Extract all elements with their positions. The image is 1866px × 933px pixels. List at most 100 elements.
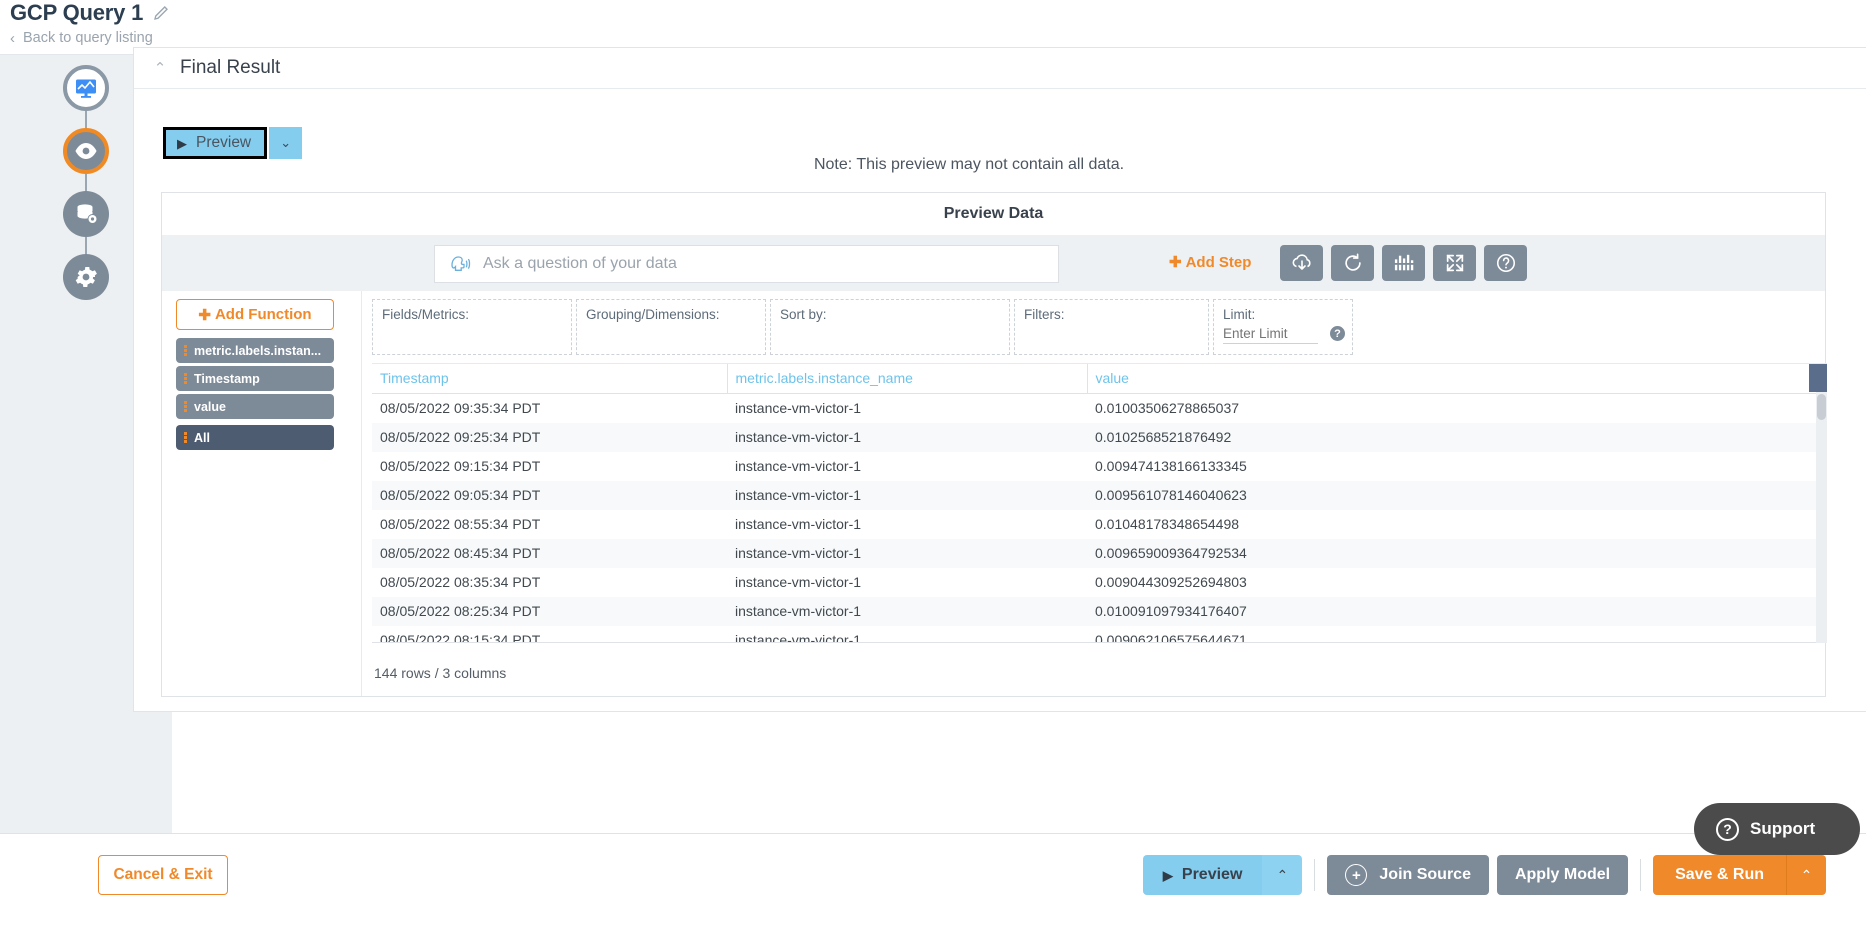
column-resize-block[interactable] xyxy=(1809,364,1827,392)
ask-question-input-wrapper[interactable]: Ask a question of your data xyxy=(434,245,1059,283)
add-step-button[interactable]: ✚ Add Step xyxy=(1169,253,1251,271)
preview-data-toolbar: Ask a question of your data ✚ Add Step xyxy=(162,235,1825,291)
refresh-icon[interactable] xyxy=(1331,245,1374,281)
table-cell: instance-vm-victor-1 xyxy=(727,510,1087,539)
sort-by-dropzone[interactable]: Sort by: xyxy=(770,299,1010,355)
eye-icon xyxy=(74,142,98,160)
bottom-button-cluster: ▶ Preview ⌃ + Join Source Apply Model Sa… xyxy=(1143,855,1826,895)
query-builder: Fields/Metrics: Grouping/Dimensions: Sor… xyxy=(362,291,1825,696)
table-header-row: Timestamp metric.labels.instance_name va… xyxy=(372,364,1816,394)
bottom-action-bar: Cancel & Exit ▶ Preview ⌃ + Join Source … xyxy=(0,833,1866,933)
table-row[interactable]: 08/05/2022 09:25:34 PDTinstance-vm-victo… xyxy=(372,423,1816,452)
support-label: Support xyxy=(1750,819,1815,839)
table-row[interactable]: 08/05/2022 09:05:34 PDTinstance-vm-victo… xyxy=(372,481,1816,510)
table-cell: 08/05/2022 08:35:34 PDT xyxy=(372,568,727,597)
drag-handle-icon[interactable] xyxy=(184,401,187,412)
function-chip-timestamp[interactable]: Timestamp xyxy=(176,366,334,391)
table-row[interactable]: 08/05/2022 08:55:34 PDTinstance-vm-victo… xyxy=(372,510,1816,539)
preview-button[interactable]: ▶ Preview xyxy=(163,127,267,159)
rail-item-preview[interactable] xyxy=(63,128,109,174)
table-cell: 0.009659009364792534 xyxy=(1087,539,1816,568)
preview-data-card: Preview Data Ask a question of your data… xyxy=(161,192,1826,697)
add-function-label: Add Function xyxy=(215,306,312,323)
function-chip-label: metric.labels.instan... xyxy=(194,344,321,358)
table-vertical-scrollbar[interactable] xyxy=(1816,392,1827,643)
function-chip-all[interactable]: All xyxy=(176,425,334,450)
drag-handle-icon[interactable] xyxy=(184,345,187,356)
apply-model-button[interactable]: Apply Model xyxy=(1497,855,1628,895)
preview-data-title: Preview Data xyxy=(162,193,1825,235)
scrollbar-thumb[interactable] xyxy=(1817,394,1826,420)
rail-connector xyxy=(85,111,87,129)
rail-connector xyxy=(85,237,87,255)
rail-item-database[interactable] xyxy=(63,191,109,237)
chevron-left-icon: ‹ xyxy=(10,31,15,46)
pencil-icon[interactable] xyxy=(152,4,170,22)
column-header-value[interactable]: value xyxy=(1087,364,1816,394)
help-icon[interactable] xyxy=(1484,245,1527,281)
back-to-query-listing-link[interactable]: ‹ Back to query listing xyxy=(10,30,153,46)
rail-item-source[interactable] xyxy=(63,65,109,111)
table-cell: 08/05/2022 08:15:34 PDT xyxy=(372,626,727,643)
grouping-dimensions-dropzone[interactable]: Grouping/Dimensions: xyxy=(576,299,766,355)
support-button[interactable]: ? Support xyxy=(1694,803,1860,855)
table-cell: instance-vm-victor-1 xyxy=(727,423,1087,452)
save-and-run-button[interactable]: Save & Run xyxy=(1653,855,1786,895)
table-row[interactable]: 08/05/2022 08:15:34 PDTinstance-vm-victo… xyxy=(372,626,1816,643)
table-body: 08/05/2022 09:35:34 PDTinstance-vm-victo… xyxy=(372,394,1816,644)
table-cell: 0.009062106575644671 xyxy=(1087,626,1816,643)
add-step-label: Add Step xyxy=(1186,254,1252,271)
drag-handle-icon[interactable] xyxy=(184,432,187,443)
table-cell: 0.009044309252694803 xyxy=(1087,568,1816,597)
table-row[interactable]: 08/05/2022 08:45:34 PDTinstance-vm-victo… xyxy=(372,539,1816,568)
back-link-label: Back to query listing xyxy=(23,30,153,46)
database-gear-icon xyxy=(74,202,99,226)
limit-input[interactable] xyxy=(1223,326,1318,344)
gear-icon xyxy=(74,265,98,289)
table-cell: 0.01003506278865037 xyxy=(1087,394,1816,424)
plus-circle-icon: + xyxy=(1345,864,1367,886)
rail-item-settings[interactable] xyxy=(63,254,109,300)
question-icon[interactable]: ? xyxy=(1330,326,1345,341)
column-header-instance-name[interactable]: metric.labels.instance_name xyxy=(727,364,1087,394)
limit-label: Limit: xyxy=(1223,307,1255,322)
table-cell: 08/05/2022 08:55:34 PDT xyxy=(372,510,727,539)
preview-split-button-bottom: ▶ Preview ⌃ xyxy=(1143,855,1302,895)
preview-dropdown-toggle[interactable]: ⌄ xyxy=(269,127,302,159)
filters-label: Filters: xyxy=(1024,307,1065,322)
expand-icon[interactable] xyxy=(1433,245,1476,281)
preview-note: Note: This preview may not contain all d… xyxy=(134,156,1804,174)
preview-button-bottom[interactable]: ▶ Preview xyxy=(1143,855,1262,895)
fields-metrics-dropzone[interactable]: Fields/Metrics: xyxy=(372,299,572,355)
drag-handle-icon[interactable] xyxy=(184,373,187,384)
plus-icon: ✚ xyxy=(198,306,211,324)
table-cell: instance-vm-victor-1 xyxy=(727,481,1087,510)
sort-by-label: Sort by: xyxy=(780,307,827,322)
function-panel: ✚ Add Function metric.labels.instan... T… xyxy=(162,291,362,696)
table-row[interactable]: 08/05/2022 09:15:34 PDTinstance-vm-victo… xyxy=(372,452,1816,481)
filters-dropzone[interactable]: Filters: xyxy=(1014,299,1209,355)
chevron-up-icon[interactable]: ⌃ xyxy=(150,59,170,77)
grouping-dimensions-label: Grouping/Dimensions: xyxy=(586,307,720,322)
table-row-count: 144 rows / 3 columns xyxy=(374,665,506,681)
preview-table-wrapper: Timestamp metric.labels.instance_name va… xyxy=(372,363,1827,643)
add-function-button[interactable]: ✚ Add Function xyxy=(176,299,334,330)
table-row[interactable]: 08/05/2022 08:35:34 PDTinstance-vm-victo… xyxy=(372,568,1816,597)
table-cell: instance-vm-victor-1 xyxy=(727,452,1087,481)
bar-chart-icon[interactable] xyxy=(1382,245,1425,281)
play-icon: ▶ xyxy=(177,137,187,150)
save-and-run-dropdown-toggle[interactable]: ⌃ xyxy=(1786,855,1826,895)
play-icon: ▶ xyxy=(1163,869,1173,882)
preview-dropdown-toggle-bottom[interactable]: ⌃ xyxy=(1262,855,1302,895)
function-chip-value[interactable]: value xyxy=(176,394,334,419)
table-cell: 08/05/2022 09:05:34 PDT xyxy=(372,481,727,510)
column-header-timestamp[interactable]: Timestamp xyxy=(372,364,727,394)
monitor-chart-icon xyxy=(74,76,98,100)
table-row[interactable]: 08/05/2022 09:35:34 PDTinstance-vm-victo… xyxy=(372,394,1816,424)
join-source-button[interactable]: + Join Source xyxy=(1327,855,1489,895)
cloud-download-icon[interactable] xyxy=(1280,245,1323,281)
cancel-and-exit-button[interactable]: Cancel & Exit xyxy=(98,855,228,895)
table-row[interactable]: 08/05/2022 08:25:34 PDTinstance-vm-victo… xyxy=(372,597,1816,626)
function-chip-metric-labels[interactable]: metric.labels.instan... xyxy=(176,338,334,363)
table-cell: 08/05/2022 09:15:34 PDT xyxy=(372,452,727,481)
